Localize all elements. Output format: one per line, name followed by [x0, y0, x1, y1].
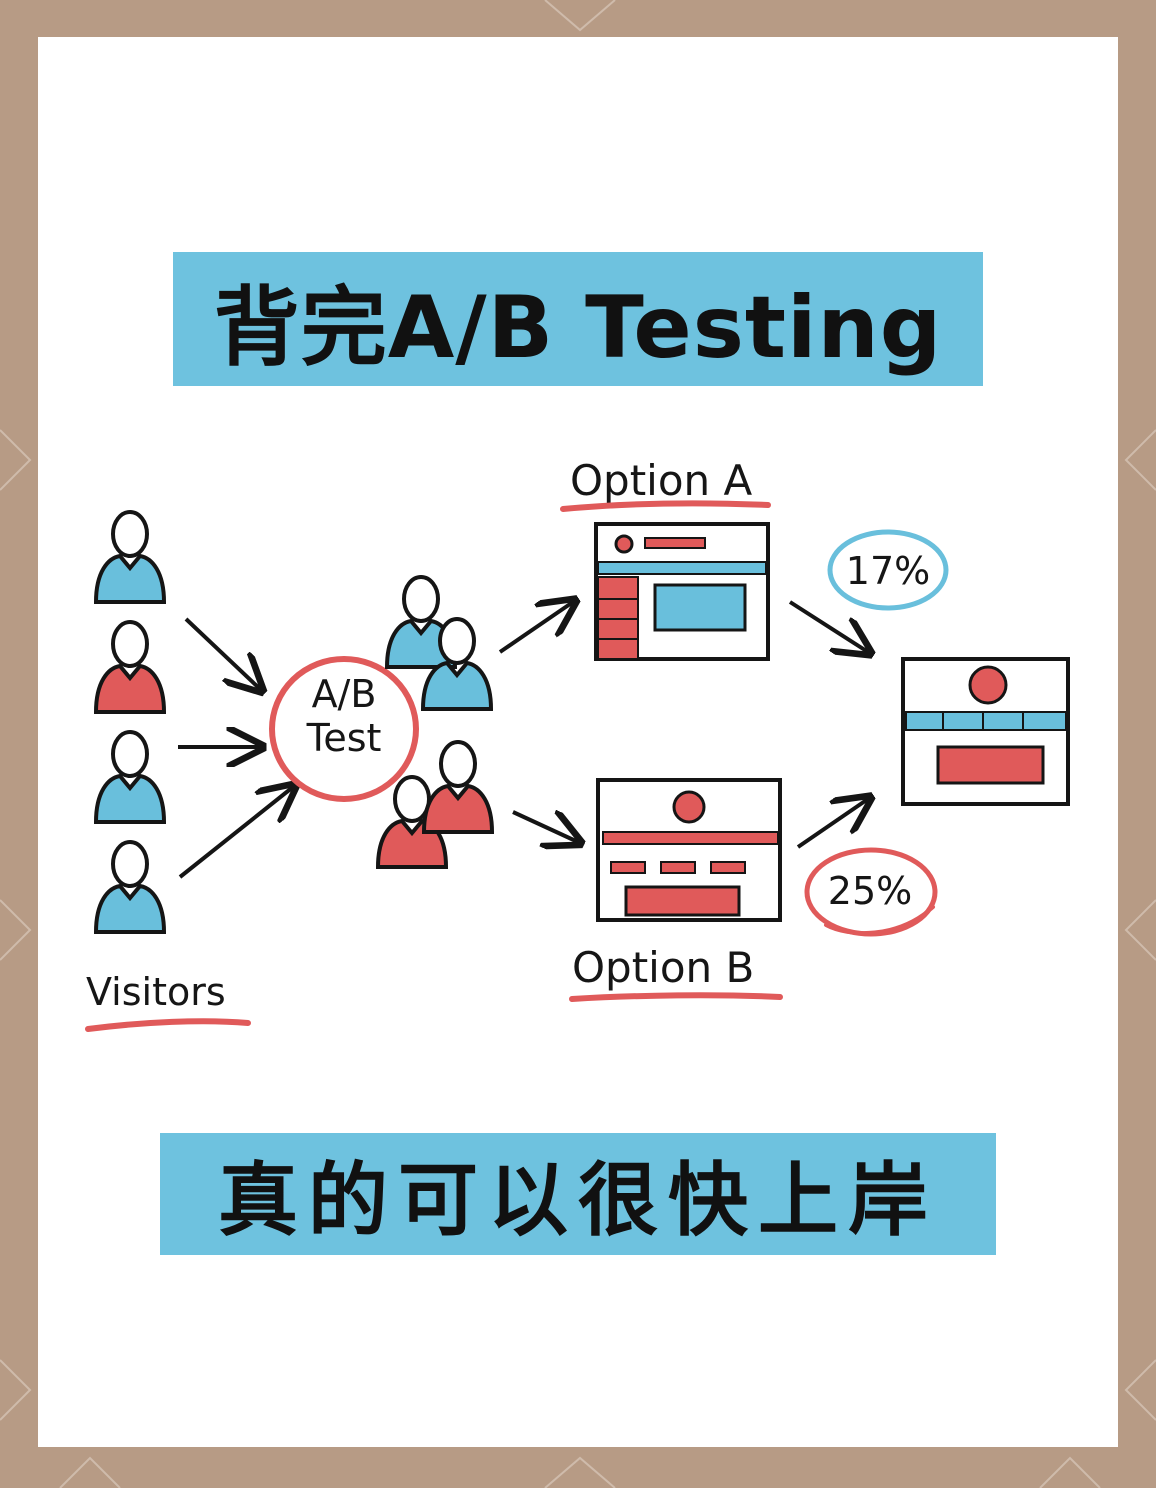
arrow-icon: [184, 617, 260, 689]
option-b-rate: 25%: [828, 869, 912, 913]
arrow-icon: [788, 600, 868, 652]
option-b-webpage-wireframe-icon: [596, 778, 782, 922]
visitors-label: Visitors: [86, 970, 226, 1014]
subtitle-banner: 真的可以很快上岸: [160, 1133, 996, 1255]
arrow-icon: [498, 602, 573, 654]
ab-test-label-line1: A/B: [312, 672, 377, 716]
arrow-icon: [512, 812, 578, 842]
visitor-person-icon: [94, 730, 166, 824]
option-a-webpage-wireframe-icon: [594, 522, 770, 661]
visitors-underline: [85, 1018, 251, 1032]
option-b-label: Option B: [572, 943, 754, 992]
arrow-icon: [178, 787, 293, 879]
visitor-person-icon: [94, 840, 166, 934]
arrow-icon: [796, 799, 868, 849]
winning-webpage-wireframe-icon: [901, 657, 1070, 806]
option-b-underline: [569, 992, 783, 1002]
page-subtitle: 真的可以很快上岸: [218, 1154, 938, 1247]
visitor-person-icon: [94, 620, 166, 714]
option-a-rate: 17%: [846, 549, 930, 593]
ab-test-label-line2: Test: [306, 716, 382, 760]
outer-frame: 背完A/B Testing Visitors A/B Test Option A…: [0, 0, 1156, 1488]
option-a-label: Option A: [570, 456, 753, 505]
visitor-person-icon: [94, 510, 166, 604]
content-card: 背完A/B Testing Visitors A/B Test Option A…: [38, 37, 1118, 1447]
group-b-person-icon: [422, 740, 494, 834]
option-a-underline: [560, 500, 771, 512]
